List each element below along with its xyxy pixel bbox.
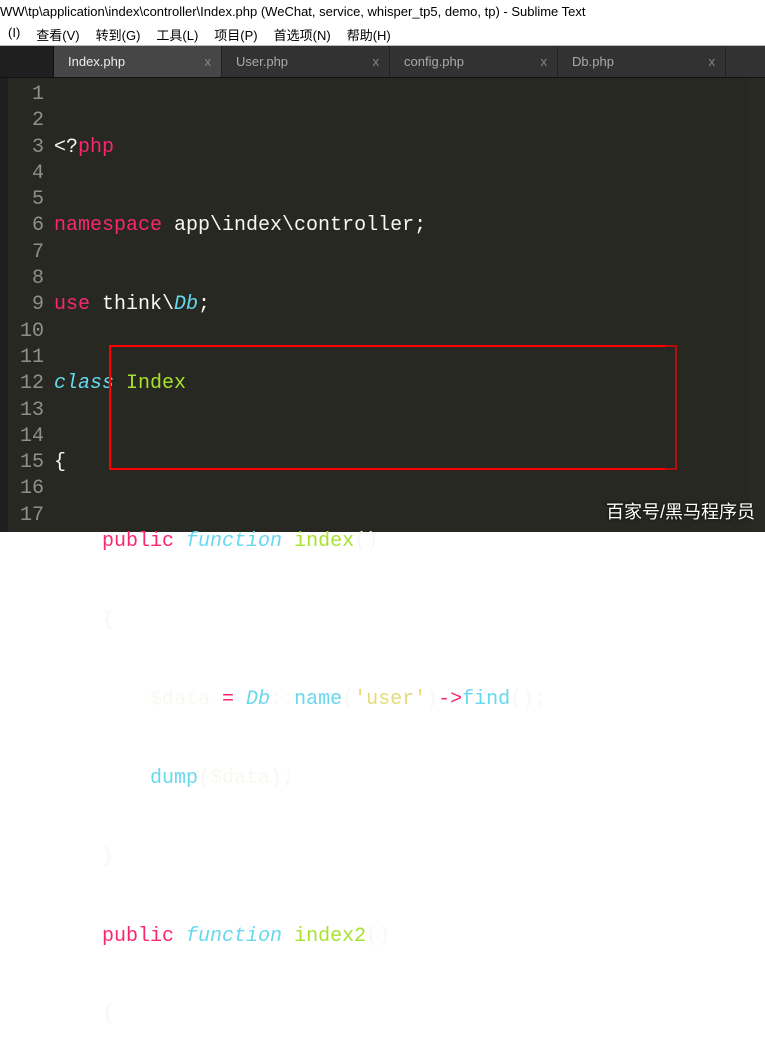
watermark: 百家号/黑马程序员	[606, 498, 755, 524]
tab-label: Index.php	[68, 54, 125, 69]
fold-column	[0, 78, 8, 532]
code-line: }	[54, 845, 665, 871]
line-number: 9	[8, 292, 44, 318]
menu-item-misc[interactable]: (I)	[0, 25, 28, 42]
close-icon[interactable]: x	[205, 54, 212, 69]
code-line: <?php	[54, 135, 665, 161]
tab-spacer	[0, 46, 54, 77]
tab-label: Db.php	[572, 54, 614, 69]
code-line: dump($data);	[54, 766, 665, 792]
line-number: 6	[8, 213, 44, 239]
menu-bar: (I) 查看(V) 转到(G) 工具(L) 项目(P) 首选项(N) 帮助(H)	[0, 22, 765, 46]
close-icon[interactable]: x	[541, 54, 548, 69]
tab-bar: Index.php x User.php x config.php x Db.p…	[0, 46, 765, 78]
scrollbar[interactable]	[750, 78, 765, 532]
line-number: 16	[8, 476, 44, 502]
menu-item-prefs[interactable]: 首选项(N)	[266, 25, 339, 42]
editor-area: 1 2 3 4 5 6 7 8 9 10 11 12 13 14 15 16 1…	[0, 78, 765, 532]
line-number: 11	[8, 345, 44, 371]
tab-index-php[interactable]: Index.php x	[54, 46, 222, 77]
minimap[interactable]	[665, 78, 750, 532]
line-number: 4	[8, 161, 44, 187]
code-line: namespace app\index\controller;	[54, 213, 665, 239]
code-line: {	[54, 1002, 665, 1028]
line-number: 14	[8, 424, 44, 450]
tab-user-php[interactable]: User.php x	[222, 46, 390, 77]
menu-item-tools[interactable]: 工具(L)	[148, 25, 206, 42]
gutter: 1 2 3 4 5 6 7 8 9 10 11 12 13 14 15 16 1…	[8, 78, 54, 532]
line-number: 15	[8, 450, 44, 476]
window-title: WW\tp\application\index\controller\Index…	[0, 0, 765, 22]
tab-label: User.php	[236, 54, 288, 69]
line-number: 3	[8, 135, 44, 161]
line-number: 17	[8, 503, 44, 529]
tab-label: config.php	[404, 54, 464, 69]
line-number: 1	[8, 82, 44, 108]
line-number: 7	[8, 240, 44, 266]
code-line: {	[54, 450, 665, 476]
code-line: public function index()	[54, 529, 665, 555]
code-line: class Index	[54, 371, 665, 397]
line-number: 8	[8, 266, 44, 292]
menu-item-view[interactable]: 查看(V)	[28, 25, 87, 42]
tab-config-php[interactable]: config.php x	[390, 46, 558, 77]
close-icon[interactable]: x	[709, 54, 716, 69]
close-icon[interactable]: x	[373, 54, 380, 69]
line-number: 13	[8, 398, 44, 424]
line-number: 2	[8, 108, 44, 134]
line-number: 5	[8, 187, 44, 213]
code-line: use think\Db;	[54, 292, 665, 318]
code-line: $data = Db::name('user')->find();	[54, 687, 665, 713]
line-number: 12	[8, 371, 44, 397]
menu-item-help[interactable]: 帮助(H)	[339, 25, 399, 42]
code-line: public function index2()	[54, 924, 665, 950]
tab-db-php[interactable]: Db.php x	[558, 46, 726, 77]
code-area[interactable]: <?php namespace app\index\controller; us…	[54, 78, 665, 532]
line-number: 10	[8, 319, 44, 345]
menu-item-goto[interactable]: 转到(G)	[88, 25, 149, 42]
menu-item-project[interactable]: 项目(P)	[206, 25, 265, 42]
code-line: {	[54, 608, 665, 634]
